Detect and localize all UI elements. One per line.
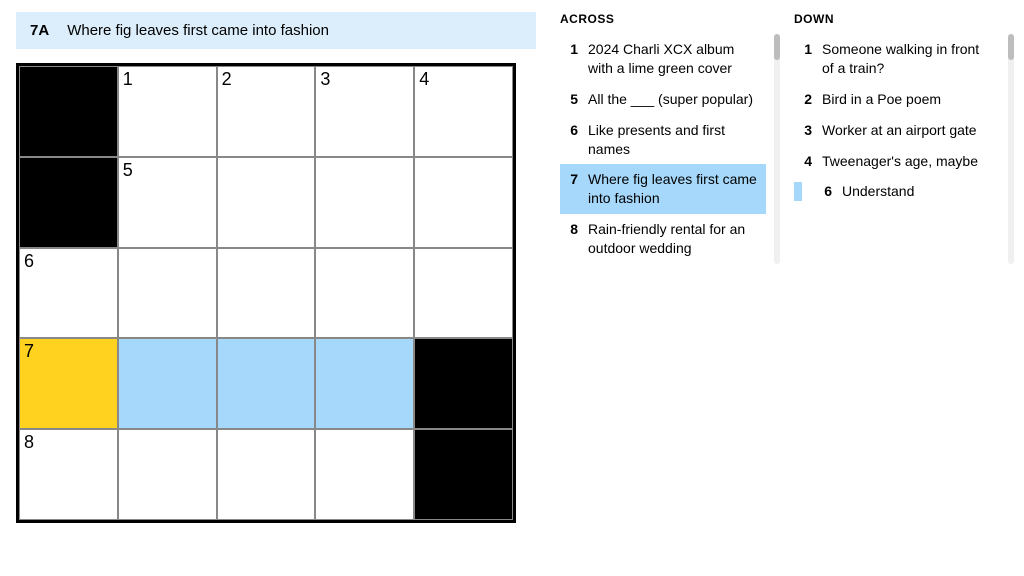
across-heading: ACROSS [560,12,766,26]
clue-text: All the ___ (super popular) [588,90,760,109]
cell[interactable]: 3 [315,66,414,157]
down-heading: DOWN [794,12,1000,26]
clue-number: 5 [564,90,578,109]
cell-number: 5 [123,160,133,181]
clue-item[interactable]: 7 Where fig leaves first came into fashio… [560,164,766,214]
cell[interactable] [217,248,316,339]
cell[interactable]: 8 [19,429,118,520]
left-panel: 7A Where fig leaves first came into fash… [16,12,536,523]
clue-item[interactable]: 1 2024 Charli XCX album with a lime green… [560,34,766,84]
cell-number: 8 [24,432,34,453]
across-clue-list: 1 2024 Charli XCX album with a lime green… [560,34,766,264]
clue-number: 2 [798,90,812,109]
down-column: DOWN 1 Someone walking in front of a trai… [794,12,1008,264]
clue-number: 4 [798,152,812,171]
cell-number: 4 [419,69,429,90]
cell[interactable] [118,429,217,520]
cell[interactable]: 6 [19,248,118,339]
clue-item[interactable]: 8 Rain-friendly rental for an outdoor wed… [560,214,766,264]
clue-item[interactable]: 6 Like presents and first names [560,115,766,165]
cell[interactable] [414,157,513,248]
scrollbar-thumb[interactable] [774,34,780,60]
cell[interactable]: 4 [414,66,513,157]
cell[interactable] [414,248,513,339]
across-column: ACROSS 1 2024 Charli XCX album with a lim… [560,12,774,264]
clue-text: Someone walking in front of a train? [822,40,994,78]
current-clue-bar: 7A Where fig leaves first came into fash… [16,12,536,49]
clue-text: Understand [842,182,994,201]
crossword-grid[interactable]: 1 2 3 4 5 6 7 8 [16,63,516,523]
clue-item[interactable]: 2 Bird in a Poe poem [794,84,1000,115]
cell[interactable] [217,157,316,248]
cell-number: 3 [320,69,330,90]
clue-item[interactable]: 6 Understand [794,176,1000,207]
cell[interactable]: 5 [118,157,217,248]
cell[interactable] [217,338,316,429]
crossword-layout: 7A Where fig leaves first came into fash… [16,12,1008,523]
current-clue-label: 7A [30,22,49,39]
cell[interactable] [315,157,414,248]
cell-black [19,157,118,248]
clue-text: Bird in a Poe poem [822,90,994,109]
clue-text: Like presents and first names [588,121,760,159]
clue-highlight-bar [794,182,802,201]
cell[interactable] [118,338,217,429]
cell[interactable] [118,248,217,339]
cell-number: 2 [222,69,232,90]
clue-number: 1 [798,40,812,78]
scrollbar-thumb[interactable] [1008,34,1014,60]
down-scrollbar[interactable] [1008,34,1014,264]
clue-item[interactable]: 5 All the ___ (super popular) [560,84,766,115]
cell[interactable] [315,248,414,339]
cell-number: 7 [24,341,34,362]
clue-item[interactable]: 4 Tweenager's age, maybe [794,146,1000,177]
cell-black [19,66,118,157]
clue-text: Where fig leaves first came into fashion [588,170,760,208]
clue-number: 1 [564,40,578,78]
clue-number: 6 [818,182,832,201]
clue-item[interactable]: 3 Worker at an airport gate [794,115,1000,146]
clue-text: Rain-friendly rental for an outdoor wedd… [588,220,760,258]
cell[interactable]: 2 [217,66,316,157]
cell[interactable]: 7 [19,338,118,429]
clue-text: Tweenager's age, maybe [822,152,994,171]
cell-number: 1 [123,69,133,90]
clue-number: 6 [564,121,578,159]
cell[interactable]: 1 [118,66,217,157]
cell[interactable] [315,338,414,429]
clue-text: Worker at an airport gate [822,121,994,140]
cell[interactable] [315,429,414,520]
across-scrollbar[interactable] [774,34,780,264]
cell-number: 6 [24,251,34,272]
clue-number: 3 [798,121,812,140]
clue-number: 7 [564,170,578,208]
cell-black [414,429,513,520]
cell[interactable] [217,429,316,520]
clue-text: 2024 Charli XCX album with a lime green … [588,40,760,78]
cell-black [414,338,513,429]
clue-columns: ACROSS 1 2024 Charli XCX album with a lim… [560,12,1008,264]
current-clue-text: Where fig leaves first came into fashion [67,22,329,39]
down-clue-list: 1 Someone walking in front of a train? 2 Bi… [794,34,1000,207]
clue-number: 8 [564,220,578,258]
clue-item[interactable]: 1 Someone walking in front of a train? [794,34,1000,84]
